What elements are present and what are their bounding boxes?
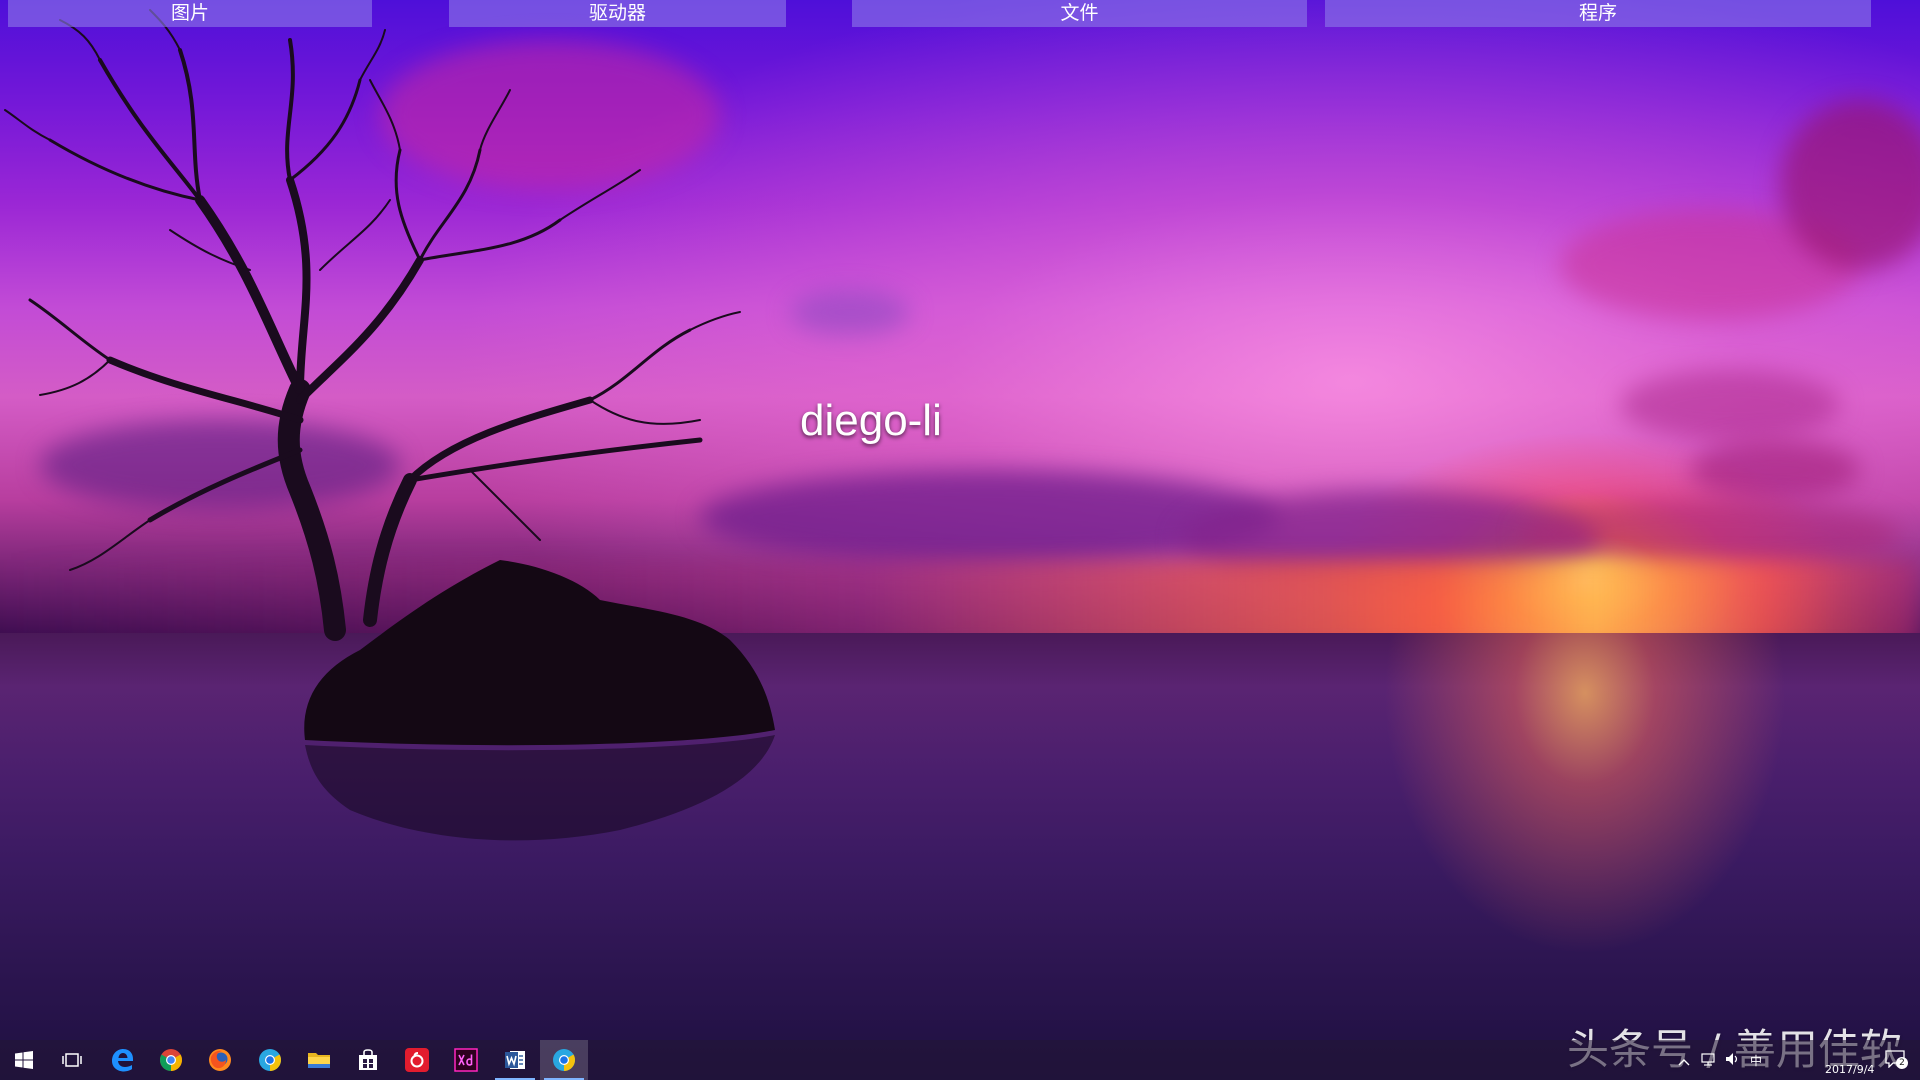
- chrome-icon: [160, 1049, 182, 1071]
- pictures-button[interactable]: 图片: [8, 0, 372, 27]
- taskbar-browser-active[interactable]: [540, 1040, 588, 1080]
- files-button[interactable]: 文件: [852, 0, 1307, 27]
- adobe-xd-icon: [454, 1048, 478, 1072]
- folder-icon: [308, 1053, 330, 1068]
- netease-music-icon: [405, 1048, 429, 1072]
- ime-indicator[interactable]: 中: [1750, 1052, 1762, 1069]
- chevron-up-icon: [1678, 1059, 1690, 1066]
- desktop-wallpaper: [0, 0, 1920, 1080]
- network-icon: [1701, 1053, 1715, 1066]
- taskbar-edge[interactable]: [98, 1040, 146, 1080]
- taskbar-adobe-xd[interactable]: [442, 1040, 490, 1080]
- windows-logo-icon: [15, 1051, 33, 1069]
- taskbar-chrome[interactable]: [147, 1040, 195, 1080]
- programs-button[interactable]: 程序: [1325, 0, 1871, 27]
- tree-silhouette: [4, 9, 775, 841]
- clock-date[interactable]: 2017/9/4: [1825, 1063, 1874, 1076]
- word-icon: [505, 1051, 525, 1069]
- chrome-blue-icon: [553, 1049, 575, 1071]
- firefox-icon: [209, 1049, 231, 1071]
- taskbar-firefox[interactable]: [196, 1040, 244, 1080]
- start-button[interactable]: [0, 1040, 48, 1080]
- taskbar-store[interactable]: [344, 1040, 392, 1080]
- volume-button[interactable]: [1724, 1051, 1742, 1069]
- shortcut-toolbar: 图片 驱动器 文件 程序: [0, 0, 1920, 27]
- store-icon: [359, 1049, 377, 1070]
- taskbar-netease-music[interactable]: [393, 1040, 441, 1080]
- show-hidden-icons-button[interactable]: [1678, 1052, 1692, 1068]
- taskbar-chrome-canary[interactable]: [246, 1040, 294, 1080]
- taskbar-word[interactable]: [491, 1040, 539, 1080]
- edge-icon: [112, 1049, 133, 1072]
- speaker-icon: [1726, 1053, 1738, 1065]
- network-button[interactable]: [1700, 1051, 1718, 1069]
- task-view-icon: [62, 1053, 82, 1067]
- drives-button[interactable]: 驱动器: [449, 0, 786, 27]
- chrome-blue-icon: [259, 1049, 281, 1071]
- task-view-button[interactable]: [48, 1040, 96, 1080]
- notification-count-badge: 2: [1896, 1057, 1908, 1069]
- taskbar-file-explorer[interactable]: [295, 1040, 343, 1080]
- action-center-button[interactable]: 2: [1885, 1050, 1909, 1072]
- desktop-username-label: diego-li: [800, 396, 942, 445]
- taskbar: 中 2017/9/4 2: [0, 1040, 1920, 1080]
- system-tray: 中 2017/9/4 2: [1670, 1040, 1920, 1080]
